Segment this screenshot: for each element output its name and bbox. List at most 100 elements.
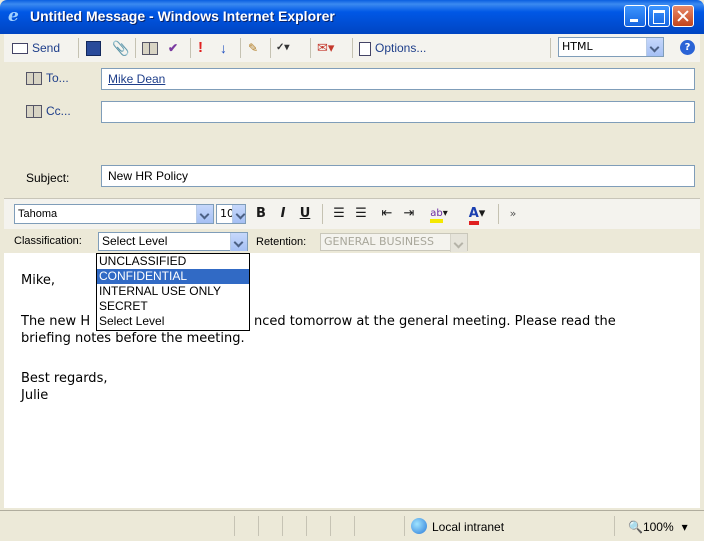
status-divider — [330, 516, 331, 536]
separator — [550, 38, 551, 58]
separator — [78, 38, 79, 58]
intranet-globe-icon — [411, 518, 427, 534]
classification-dropdown-list: UNCLASSIFIED CONFIDENTIAL INTERNAL USE O… — [96, 253, 250, 331]
ie-logo-icon: e — [8, 6, 19, 26]
body-line-1-end: nced tomorrow at the general meeting. Pl… — [254, 314, 616, 329]
font-select[interactable]: Tahoma — [14, 204, 214, 224]
format-toolbar: Tahoma 10 B I U ☰ ☰ ⇤ ⇥ ab▾ A▾ » — [4, 198, 700, 230]
increase-indent-icon[interactable]: ⇥ — [400, 204, 418, 224]
status-divider — [234, 516, 235, 536]
options-label: Options... — [375, 41, 427, 55]
chevron-down-icon[interactable] — [230, 233, 247, 251]
font-color-icon[interactable]: A▾ — [462, 204, 492, 225]
format-select[interactable]: HTML — [558, 37, 664, 57]
separator — [498, 204, 499, 224]
font-value: Tahoma — [18, 208, 58, 220]
flag-icon[interactable]: ✉▾ — [317, 37, 349, 59]
classification-label: Classification: — [14, 235, 82, 247]
bullet-list-icon[interactable]: ☰ — [330, 204, 348, 224]
security-zone[interactable]: Local intranet — [432, 520, 504, 534]
zoom-level[interactable]: 🔍100% ▾ — [628, 520, 688, 534]
close-button[interactable] — [672, 5, 694, 27]
body-signature: Julie — [21, 388, 49, 403]
address-book-icon — [26, 105, 42, 119]
separator — [322, 204, 323, 224]
cc-button[interactable]: Cc... — [26, 104, 71, 119]
body-line-2: briefing notes before the meeting. — [21, 331, 245, 346]
subject-field[interactable]: New HR Policy — [101, 165, 695, 187]
signature-icon[interactable]: ✎ — [248, 37, 266, 59]
zoom-value: 100% — [642, 520, 674, 534]
more-options-icon[interactable]: » — [504, 204, 522, 224]
message-header: To... Mike Dean Cc... Subject: New HR Po… — [4, 62, 700, 198]
window-title: Untitled Message - Windows Internet Expl… — [30, 8, 335, 24]
cc-field[interactable] — [101, 101, 695, 123]
address-book-icon[interactable] — [142, 37, 160, 59]
status-divider — [614, 516, 615, 536]
to-field[interactable]: Mike Dean — [101, 68, 695, 90]
low-importance-icon[interactable]: ↓ — [220, 37, 234, 59]
decrease-indent-icon[interactable]: ⇤ — [378, 204, 396, 224]
zoom-icon: 🔍 — [628, 520, 643, 534]
classification-value: Select Level — [102, 234, 168, 248]
subject-label: Subject: — [26, 171, 70, 185]
numbered-list-icon[interactable]: ☰ — [352, 204, 370, 224]
highlight-icon[interactable]: ab▾ — [424, 204, 454, 224]
separator — [135, 38, 136, 58]
classification-row: Classification: Select Level Retention: … — [4, 229, 700, 253]
address-book-icon — [26, 72, 42, 86]
minimize-button[interactable] — [624, 5, 646, 27]
status-bar: Local intranet 🔍100% ▾ — [0, 510, 704, 541]
subject-value: New HR Policy — [108, 169, 189, 183]
classification-option[interactable]: SECRET — [97, 299, 249, 314]
options-button[interactable]: Options... — [359, 37, 426, 59]
separator — [190, 38, 191, 58]
save-icon[interactable] — [86, 37, 104, 59]
chevron-down-icon[interactable] — [196, 205, 213, 223]
separator — [310, 38, 311, 58]
underline-button[interactable]: U — [296, 204, 314, 224]
body-line-1-start: The new H — [21, 314, 91, 329]
cc-label: Cc... — [46, 104, 71, 118]
separator — [270, 38, 271, 58]
classification-option[interactable]: Select Level — [97, 314, 249, 329]
chevron-down-icon[interactable] — [646, 38, 663, 56]
message-toolbar: Send 📎 ✔ ! ↓ ✎ ✓▾ ✉▾ Options... HTML ? — [4, 34, 700, 63]
body-greeting: Mike, — [21, 273, 56, 288]
attach-icon[interactable]: 📎 — [112, 37, 130, 59]
ie-window: e Untitled Message - Windows Internet Ex… — [0, 0, 704, 541]
to-button[interactable]: To... — [26, 71, 69, 86]
to-recipient[interactable]: Mike Dean — [108, 72, 165, 86]
maximize-button[interactable] — [648, 5, 670, 27]
send-button[interactable]: Send — [12, 37, 60, 59]
status-divider — [282, 516, 283, 536]
spelling-icon[interactable]: ✓▾ — [276, 37, 306, 59]
retention-label: Retention: — [256, 236, 307, 248]
options-icon — [359, 41, 371, 56]
help-icon[interactable]: ? — [680, 40, 695, 55]
chevron-down-icon — [450, 234, 467, 252]
italic-button[interactable]: I — [274, 204, 292, 224]
to-label: To... — [46, 71, 69, 85]
separator — [240, 38, 241, 58]
classification-option-selected[interactable]: CONFIDENTIAL — [97, 269, 249, 284]
bold-button[interactable]: B — [252, 204, 270, 224]
status-divider — [306, 516, 307, 536]
font-size-select[interactable]: 10 — [216, 204, 246, 224]
status-divider — [258, 516, 259, 536]
send-icon — [12, 43, 28, 55]
classification-option[interactable]: INTERNAL USE ONLY — [97, 284, 249, 299]
high-importance-icon[interactable]: ! — [198, 37, 212, 59]
classification-option[interactable]: UNCLASSIFIED — [97, 254, 249, 269]
status-divider — [404, 516, 405, 536]
title-bar[interactable]: e Untitled Message - Windows Internet Ex… — [0, 0, 704, 34]
chevron-down-icon[interactable]: ▾ — [682, 520, 688, 534]
classification-select[interactable]: Select Level — [98, 232, 248, 251]
body-closing: Best regards, — [21, 371, 108, 386]
format-value: HTML — [562, 40, 593, 53]
send-label: Send — [32, 41, 61, 55]
retention-value: GENERAL BUSINESS — [324, 235, 434, 248]
check-names-icon[interactable]: ✔ — [168, 37, 186, 59]
chevron-down-icon[interactable] — [232, 205, 245, 223]
separator — [352, 38, 353, 58]
